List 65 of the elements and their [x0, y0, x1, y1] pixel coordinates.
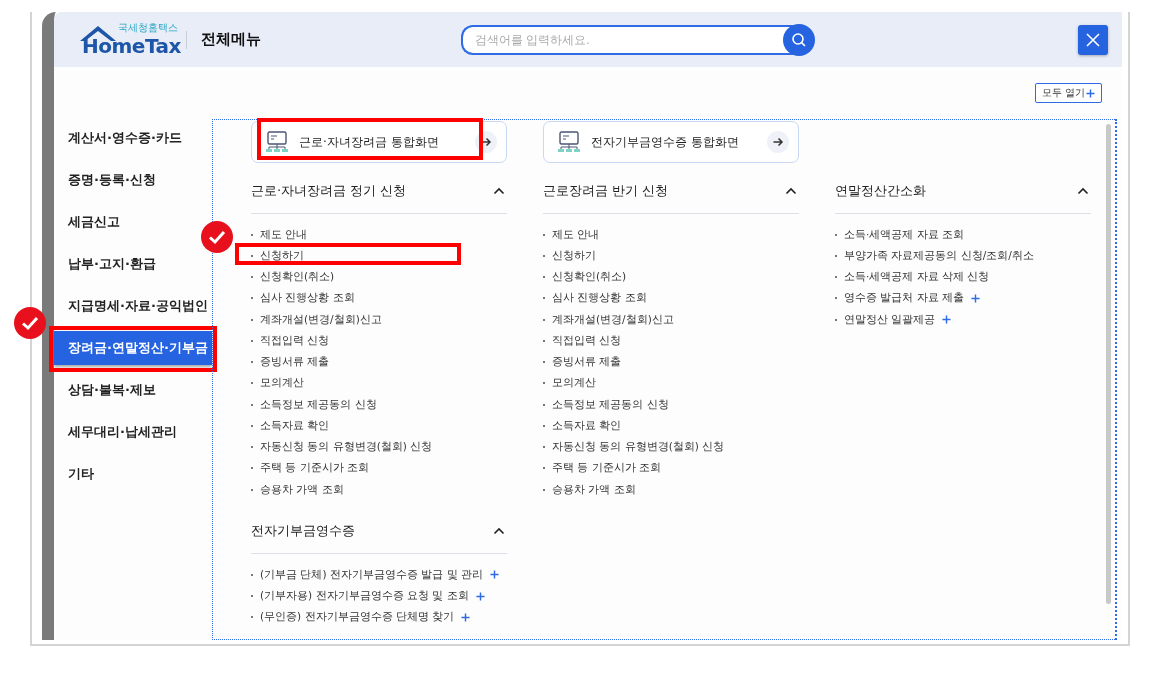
plus-icon — [1086, 88, 1095, 98]
menu-link[interactable]: 심사 진행상황 조회 — [552, 291, 647, 306]
menu-link[interactable]: (기부자용) 전자기부금영수증 요청 및 조회 — [260, 589, 469, 604]
sidebar-item[interactable]: 증명·등록·신청 — [54, 163, 160, 197]
caret-up-icon[interactable] — [1077, 187, 1089, 195]
menu-link[interactable]: 자동신청 동의 유형변경(철회) 신청 — [260, 440, 433, 455]
caret-up-icon[interactable] — [493, 527, 505, 536]
menu-link[interactable]: 제도 안내 — [552, 227, 600, 242]
menu-link[interactable]: 직접입력 신청 — [552, 333, 622, 348]
menu-link[interactable]: 신청하기 — [260, 248, 304, 263]
monitor-network-icon — [557, 131, 581, 153]
menu-link[interactable]: 신청확인(취소) — [552, 270, 627, 285]
menu-link[interactable]: 모의계산 — [260, 376, 304, 391]
caret-up-icon[interactable] — [493, 187, 505, 195]
menu-link[interactable]: 제도 안내 — [260, 227, 308, 242]
menu-link[interactable]: (기부금 단체) 전자기부금영수증 발급 및 관리 — [260, 567, 483, 582]
menu-link[interactable]: 계좌개설(변경/철회)신고 — [552, 312, 674, 327]
menu-title: 전체메뉴 — [201, 30, 261, 49]
monitor-network-icon — [265, 131, 289, 153]
sidebar-item[interactable]: 장려금·연말정산·기부금 — [54, 331, 212, 365]
scrollbar[interactable] — [1106, 124, 1111, 604]
menu-link[interactable]: 자동신청 동의 유형변경(철회) 신청 — [552, 440, 725, 455]
menu-link[interactable]: 연말정산 일괄제공 — [844, 312, 936, 327]
menu-link[interactable]: 심사 진행상황 조회 — [260, 291, 355, 306]
menu-link[interactable]: 계좌개설(변경/철회)신고 — [260, 312, 382, 327]
menu-link[interactable]: 승용차 가액 조회 — [552, 482, 636, 497]
arrow-right-icon — [475, 131, 497, 153]
close-button[interactable] — [1078, 24, 1108, 55]
menu-link[interactable]: 승용차 가액 조회 — [260, 482, 344, 497]
menu-link[interactable]: (무인증) 전자기부금영수증 단체명 찾기 — [260, 610, 455, 625]
menu-link[interactable]: 증빙서류 제출 — [260, 355, 330, 370]
menu-link[interactable]: 부양가족 자료제공동의 신청/조회/취소 — [844, 248, 1034, 263]
expand-all-button[interactable]: 모두 열기 — [1034, 83, 1102, 103]
sidebar-item[interactable]: 세무대리·납세관리 — [54, 415, 181, 449]
menu-link[interactable]: 소득자료 확인 — [552, 418, 622, 433]
menu-link[interactable]: 주택 등 기준시가 조회 — [260, 461, 369, 476]
sidebar-item[interactable]: 계산서·영수증·카드 — [54, 121, 186, 155]
section-title: 근로·자녀장려금 정기 신청 — [251, 182, 407, 200]
menu-link[interactable]: 소득·세액공제 자료 조회 — [844, 227, 964, 242]
menu-link[interactable]: 영수증 발급처 자료 제출 — [844, 291, 964, 306]
sidebar-item[interactable]: 지급명세·자료·공익법인 — [54, 289, 212, 323]
sidebar-item[interactable]: 기타 — [54, 457, 98, 491]
section-title: 근로장려금 반기 신청 — [543, 182, 669, 200]
menu-link[interactable]: 증빙서류 제출 — [552, 355, 622, 370]
menu-link[interactable]: 소득자료 확인 — [260, 418, 330, 433]
menu-link[interactable]: 소득·세액공제 자료 삭제 신청 — [844, 270, 990, 285]
sidebar-item[interactable]: 세금신고 — [54, 205, 124, 239]
menu-link[interactable]: 신청하기 — [552, 248, 596, 263]
caret-up-icon[interactable] — [785, 187, 797, 195]
menu-link[interactable]: 소득정보 제공동의 신청 — [552, 397, 669, 412]
search-field[interactable]: 검색어를 입력하세요. — [461, 24, 797, 55]
section-title: 연말정산간소화 — [835, 182, 926, 200]
logo-caption: 국세청홈택스 — [118, 20, 178, 35]
section-title: 전자기부금영수증 — [251, 522, 355, 541]
arrow-right-icon — [767, 131, 789, 153]
menu-link[interactable]: 직접입력 신청 — [260, 333, 330, 348]
menu-link[interactable]: 신청확인(취소) — [260, 270, 335, 285]
logo-text: HomeTax — [82, 33, 181, 58]
menu-link[interactable]: 소득정보 제공동의 신청 — [260, 397, 377, 412]
sidebar-item[interactable]: 납부·고지·환급 — [54, 247, 160, 281]
close-icon — [1085, 31, 1101, 48]
shortcut-button[interactable]: 전자기부금영수증 통합화면 — [543, 121, 799, 163]
menu-link[interactable]: 모의계산 — [552, 376, 596, 391]
menu-link[interactable]: 주택 등 기준시가 조회 — [552, 461, 661, 476]
sidebar-item[interactable]: 상담·불복·제보 — [54, 373, 160, 407]
